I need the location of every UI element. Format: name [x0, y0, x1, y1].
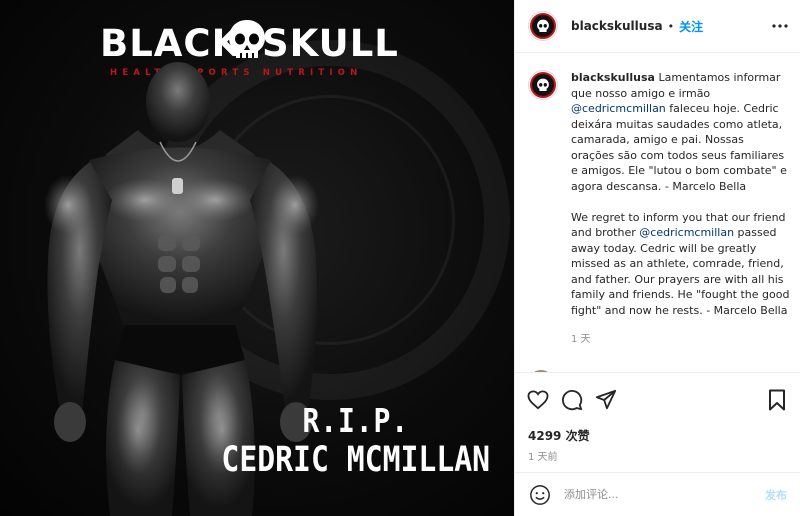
avatar-logo: [530, 13, 556, 39]
caption-time[interactable]: 1 天: [571, 332, 790, 348]
memorial-name: CEDRIC MCMILLAN: [221, 440, 490, 480]
avatar-logo: [530, 72, 556, 98]
post-image[interactable]: BLACK SKULL HEALTH SPORTS NUTRITION R.I.…: [0, 0, 514, 516]
more-horizontal-icon[interactable]: [770, 16, 790, 36]
comment-icon[interactable]: [560, 388, 584, 412]
separator-dot: •: [667, 19, 675, 33]
caption-row: blackskullusa Lamentamos informar que no…: [528, 70, 790, 348]
header-username[interactable]: blackskullusa: [571, 19, 663, 33]
caption-text: blackskullusa Lamentamos informar que no…: [571, 70, 790, 348]
comment-input[interactable]: [564, 488, 765, 501]
action-bar: [515, 373, 800, 426]
skull-icon: [537, 19, 549, 32]
like-count[interactable]: 4299 次赞: [515, 426, 800, 446]
share-icon[interactable]: [594, 388, 618, 412]
mention-link[interactable]: @cedricmcmillan: [571, 102, 666, 115]
actions-section: 4299 次赞 1 天前: [515, 372, 800, 463]
add-comment-bar: 发布: [515, 472, 800, 516]
caption-gap: [571, 194, 790, 210]
caption-avatar[interactable]: [528, 70, 558, 100]
caption-area: blackskullusa Lamentamos informar que no…: [515, 54, 800, 372]
caption-username[interactable]: blackskullusa: [571, 71, 655, 84]
caption-pt-after: faleceu hoje. Cedric deixára muitas saud…: [571, 102, 787, 193]
emoji-icon[interactable]: [528, 483, 552, 507]
post-timestamp[interactable]: 1 天前: [515, 448, 800, 463]
caption-english: We regret to inform you that our friend …: [571, 210, 790, 319]
instagram-post: BLACK SKULL HEALTH SPORTS NUTRITION R.I.…: [0, 0, 800, 516]
post-header: blackskullusa • 关注: [515, 0, 800, 53]
follow-button[interactable]: 关注: [679, 18, 703, 35]
avatar[interactable]: [528, 11, 558, 41]
rip-label: R.I.P.: [302, 401, 409, 440]
mention-link[interactable]: @cedricmcmillan: [639, 226, 734, 239]
post-comment-button[interactable]: 发布: [765, 487, 787, 503]
post-side-panel: blackskullusa • 关注 blackskullusa Lamenta…: [514, 0, 800, 516]
caption-portuguese: blackskullusa Lamentamos informar que no…: [571, 70, 790, 194]
caption-en-after: passed away today. Cedric will be greatl…: [571, 226, 790, 317]
heart-icon[interactable]: [526, 388, 550, 412]
skull-icon: [537, 78, 549, 91]
rip-text-block: R.I.P. CEDRIC MCMILLAN: [221, 401, 490, 481]
bookmark-icon[interactable]: [765, 388, 789, 412]
